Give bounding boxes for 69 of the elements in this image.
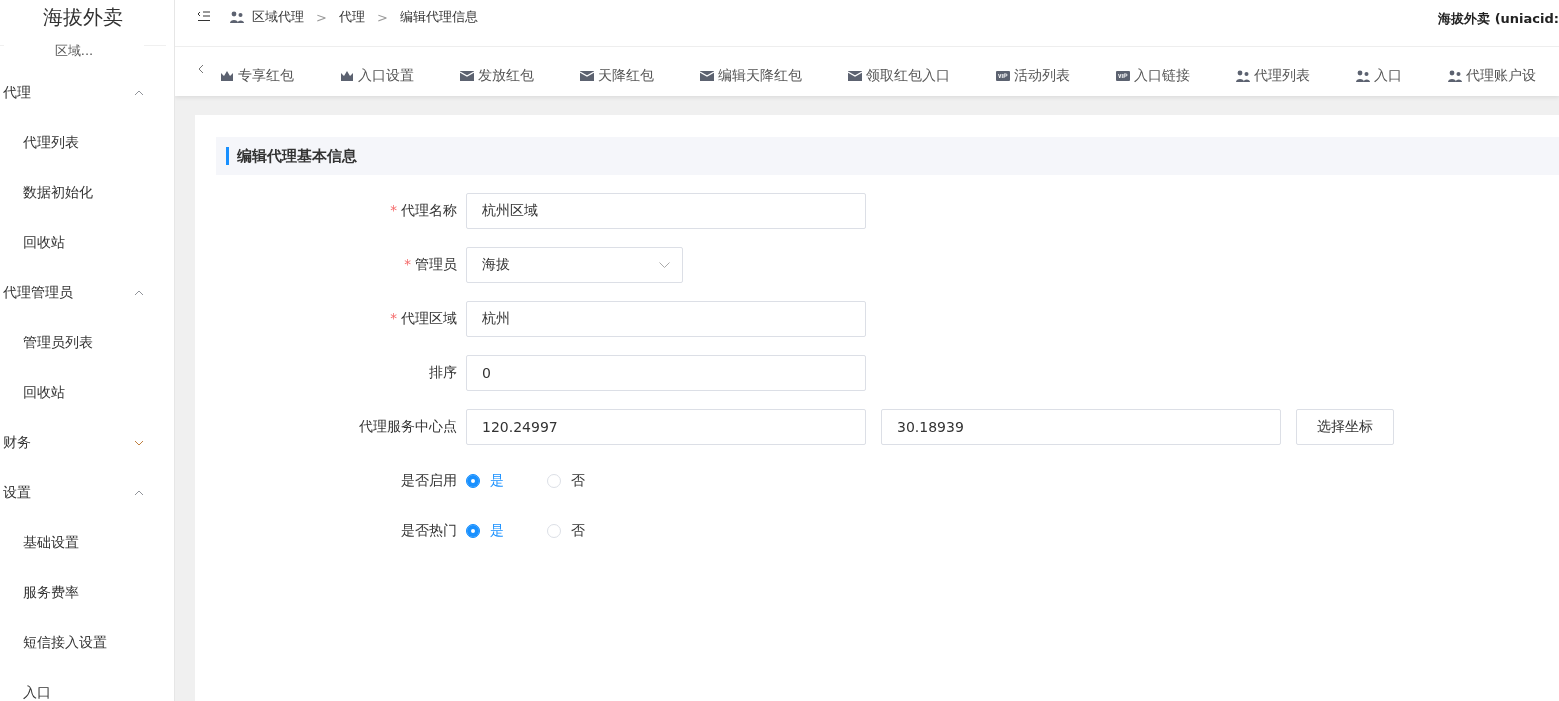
users-icon	[1448, 69, 1462, 82]
field-label: 是否启用	[401, 472, 457, 490]
nav-tab[interactable]: 代理列表	[1236, 66, 1310, 85]
users-icon	[1356, 69, 1370, 82]
nav-tab[interactable]: 入口	[1356, 66, 1402, 85]
radio-option[interactable]: 否	[547, 472, 585, 490]
required-mark: *	[404, 256, 411, 274]
nav-tab[interactable]: 领取红包入口	[848, 66, 950, 85]
account-name[interactable]: 海拔外卖 (uniacid:	[1438, 10, 1559, 28]
breadcrumb-separator: >	[316, 9, 327, 25]
field-label: 排序	[429, 364, 457, 382]
required-mark: *	[390, 310, 397, 328]
radio-button[interactable]	[466, 524, 480, 538]
chevron-down-icon	[659, 262, 670, 268]
input-field[interactable]: 杭州区域	[466, 193, 866, 229]
breadcrumb-item[interactable]: 代理	[338, 8, 365, 26]
menu-item[interactable]: 代理列表	[0, 118, 174, 168]
menu-item[interactable]: 管理员列表	[0, 318, 174, 368]
input-field[interactable]: 杭州	[466, 301, 866, 337]
input-field[interactable]: 30.18939	[881, 409, 1281, 445]
select-field[interactable]: 海拔	[466, 247, 683, 283]
menu-item[interactable]: 短信接入设置	[0, 618, 174, 668]
menu-fold-icon[interactable]	[197, 11, 210, 22]
required-mark: *	[390, 202, 397, 220]
envelope-icon	[460, 69, 474, 82]
nav-tab[interactable]: 入口链接	[1116, 66, 1190, 85]
radio-button[interactable]	[466, 474, 480, 488]
nav-tab[interactable]: 活动列表	[996, 66, 1070, 85]
vip-badge-icon	[996, 70, 1010, 81]
breadcrumb-separator: >	[376, 9, 388, 25]
nav-tab[interactable]: 入口设置	[340, 66, 414, 85]
nav-tab[interactable]: 发放红包	[460, 66, 534, 85]
menu-item[interactable]: 回收站	[0, 218, 174, 268]
menu-group[interactable]: 代理管理员	[0, 268, 174, 318]
app-title: 海拔外卖	[43, 4, 123, 31]
menu-group[interactable]: 设置	[0, 468, 174, 518]
users-icon	[1236, 69, 1250, 82]
menu-item[interactable]: 数据初始化	[0, 168, 174, 218]
menu-group[interactable]: 财务	[0, 418, 174, 468]
field-label: 是否热门	[401, 522, 457, 540]
breadcrumb-item: 编辑代理信息	[399, 8, 478, 26]
menu-item[interactable]: 回收站	[0, 368, 174, 418]
sidebar-subtitle: 区域...	[54, 42, 94, 60]
nav-tab[interactable]: 专享红包	[220, 66, 294, 85]
nav-tab[interactable]: 编辑天降红包	[700, 66, 802, 85]
field-label: 代理服务中心点	[359, 418, 457, 436]
radio-option[interactable]: 否	[547, 522, 585, 540]
field-label: 管理员	[415, 256, 457, 274]
envelope-icon	[848, 69, 862, 82]
breadcrumb-item[interactable]: 区域代理	[252, 8, 304, 26]
input-field[interactable]: 0	[466, 355, 866, 391]
scroll-left-icon[interactable]	[198, 63, 204, 74]
menu-item[interactable]: 基础设置	[0, 518, 174, 568]
menu-item[interactable]: 服务费率	[0, 568, 174, 618]
field-label: 代理区域	[401, 310, 457, 328]
field-label: 代理名称	[401, 202, 457, 220]
envelope-icon	[700, 69, 714, 82]
section-title: 编辑代理基本信息	[226, 147, 357, 165]
input-field[interactable]: 120.24997	[466, 409, 866, 445]
vip-badge-icon	[1116, 70, 1130, 81]
nav-tab[interactable]: 天降红包	[580, 66, 654, 85]
envelope-icon	[580, 69, 594, 82]
pick-coordinates-button[interactable]: 选择坐标	[1296, 409, 1394, 445]
crown-icon	[220, 69, 234, 82]
menu-group[interactable]: 代理	[0, 68, 174, 118]
menu-item[interactable]: 入口	[0, 668, 174, 701]
crown-icon	[340, 69, 354, 82]
nav-tab[interactable]: 代理账户设	[1448, 66, 1536, 85]
users-icon	[230, 11, 244, 23]
